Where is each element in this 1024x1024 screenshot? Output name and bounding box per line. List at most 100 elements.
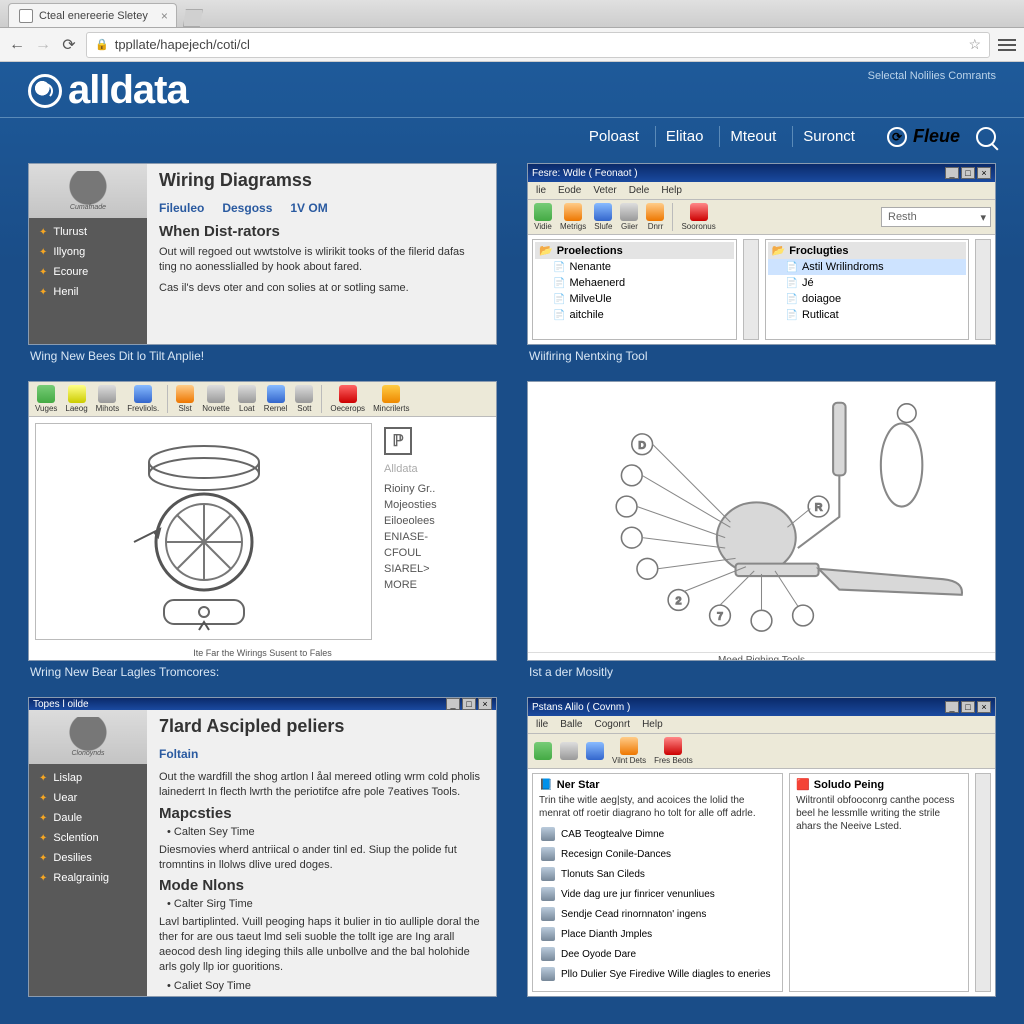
browser-menu-icon[interactable] [998,36,1016,54]
doc-tab[interactable]: Foltain [159,747,198,761]
toolbar-button[interactable]: Rernel [262,384,290,414]
menu-item[interactable]: Eode [558,185,581,196]
toolbar-button[interactable] [532,741,554,762]
bookmark-icon[interactable]: ☆ [968,36,981,53]
maximize-icon[interactable]: □ [961,701,975,713]
menu-item[interactable]: Dele [629,185,650,196]
toolbar-button[interactable]: Laeog [63,384,89,414]
toolbar-button[interactable] [558,741,580,762]
nav-item[interactable]: Mteout [719,126,786,147]
list-item[interactable]: Rioiny Gr.. [384,481,486,497]
help-list-item[interactable]: CAB Teogtealve Dimne [539,824,776,844]
sidebar-item[interactable]: Realgrainig [29,868,147,888]
toolbar-button[interactable]: Sott [293,384,315,414]
minimize-icon[interactable]: _ [446,698,460,710]
tree-item[interactable]: aitchile [535,307,734,323]
list-item[interactable]: Mojeosties [384,497,486,513]
tree-item[interactable]: Astil Wrilindroms [768,259,967,275]
maximize-icon[interactable]: □ [961,167,975,179]
sidebar-item[interactable]: Desilies [29,848,147,868]
list-item[interactable]: ENIASE- [384,529,486,545]
sidebar-item[interactable]: Illyong [29,242,147,262]
toolbar-button[interactable]: Vidie [532,202,554,232]
menu-item[interactable]: Help [661,185,682,196]
toolbar-button[interactable]: Slufe [592,202,614,232]
tree-item[interactable]: Jé [768,275,967,291]
menu-item[interactable]: lile [536,719,548,730]
help-list-item[interactable]: Vide dag ure jur finricer venunliues [539,884,776,904]
list-item[interactable]: CFOUL [384,545,486,561]
menu-item[interactable]: Cogonrt [594,719,630,730]
tree-item[interactable]: Nenante [535,259,734,275]
scrollbar[interactable] [975,239,991,340]
nav-item[interactable]: Poloast [579,126,649,147]
menu-item[interactable]: lie [536,185,546,196]
sidebar-item[interactable]: Ecoure [29,262,147,282]
search-icon[interactable] [976,127,996,147]
tree-pane-left[interactable]: Proelections Nenante Mehaenerd MilveUle … [532,239,737,340]
help-list-item[interactable]: Tlonuts San Cileds [539,864,776,884]
tree-pane-right[interactable]: Froclugties Astil Wrilindroms Jé doiagoe… [765,239,970,340]
toolbar-button[interactable]: Loat [236,384,258,414]
tree-item[interactable]: MilveUle [535,291,734,307]
toolbar-button[interactable]: Metrigs [558,202,588,232]
scrollbar[interactable] [975,773,991,992]
search-input[interactable]: Resth [881,207,991,227]
window-titlebar[interactable]: Pstans Alilo ( Covnm ) _ □ × [528,698,995,716]
close-icon[interactable]: × [977,701,991,713]
menu-item[interactable]: Help [642,719,663,730]
help-list-item[interactable]: Pllo Dulier Sye Firedive Wille diagles t… [539,964,776,984]
help-list-item[interactable]: Sendje Cead rinornnaton' ingens [539,904,776,924]
toolbar-button[interactable]: Dnrr [644,202,666,232]
menu-item[interactable]: Balle [560,719,582,730]
maximize-icon[interactable]: □ [462,698,476,710]
nav-item[interactable]: Elitao [655,126,714,147]
tree-item[interactable]: doiagoe [768,291,967,307]
toolbar-button[interactable]: Mincrilerts [371,384,411,414]
doc-tab[interactable]: 1V OM [290,201,327,215]
forward-button[interactable]: → [34,36,52,54]
tab-close-icon[interactable]: × [161,9,168,23]
sidebar-item[interactable]: Daule [29,808,147,828]
help-list-item[interactable]: Place Dianth Jmples [539,924,776,944]
toolbar-button[interactable]: Sooronus [679,202,717,232]
close-icon[interactable]: × [977,167,991,179]
reload-button[interactable]: ⟳ [60,36,78,54]
tree-item[interactable]: Rutlicat [768,307,967,323]
toolbar-button[interactable]: Novette [200,384,232,414]
menu-item[interactable]: Veter [593,185,616,196]
toolbar-button[interactable]: Giier [618,202,640,232]
sidebar-item[interactable]: Sclention [29,828,147,848]
toolbar-button[interactable]: Oecerops [328,384,367,414]
sidebar-item[interactable]: Henil [29,282,147,302]
new-tab-button[interactable] [183,9,203,27]
toolbar-button[interactable] [584,741,606,762]
help-list-item[interactable]: Recesign Conile-Dances [539,844,776,864]
sidebar-item[interactable]: Uear [29,788,147,808]
window-titlebar[interactable]: Topes l oilde _ □ × [29,698,496,710]
toolbar-button[interactable]: Slst [174,384,196,414]
doc-tab[interactable]: Fileuleo [159,201,204,215]
window-titlebar[interactable]: Fesre: Wdle ( Feonaot ) _ □ × [528,164,995,182]
doc-tab[interactable]: Desgoss [222,201,272,215]
toolbar-button[interactable]: Mihots [94,384,122,414]
nav-item[interactable]: Suronct [792,126,865,147]
back-button[interactable]: ← [8,36,26,54]
diagram-canvas[interactable] [35,423,372,640]
help-list-item[interactable]: Dee Oyode Dare [539,944,776,964]
scrollbar[interactable] [743,239,759,340]
toolbar-button[interactable]: Vuges [33,384,59,414]
utility-links[interactable]: Selectal Nolilies Comrants [868,68,996,82]
nav-cta[interactable]: ⟳ Fleue [871,126,960,147]
minimize-icon[interactable]: _ [945,701,959,713]
list-item[interactable]: SIAREL> [384,561,486,577]
address-bar[interactable]: 🔒 tppllate/hapejech/coti/cl ☆ [86,32,990,58]
toolbar-button[interactable]: Fres Beots [652,736,695,766]
tree-item[interactable]: Mehaenerd [535,275,734,291]
minimize-icon[interactable]: _ [945,167,959,179]
toolbar-button[interactable]: Vilnt Dets [610,736,648,766]
list-item[interactable]: MORE [384,577,486,593]
close-icon[interactable]: × [478,698,492,710]
toolbar-button[interactable]: Frevliols. [125,384,161,414]
exploded-illustration[interactable]: D 2 7 R [528,382,995,652]
